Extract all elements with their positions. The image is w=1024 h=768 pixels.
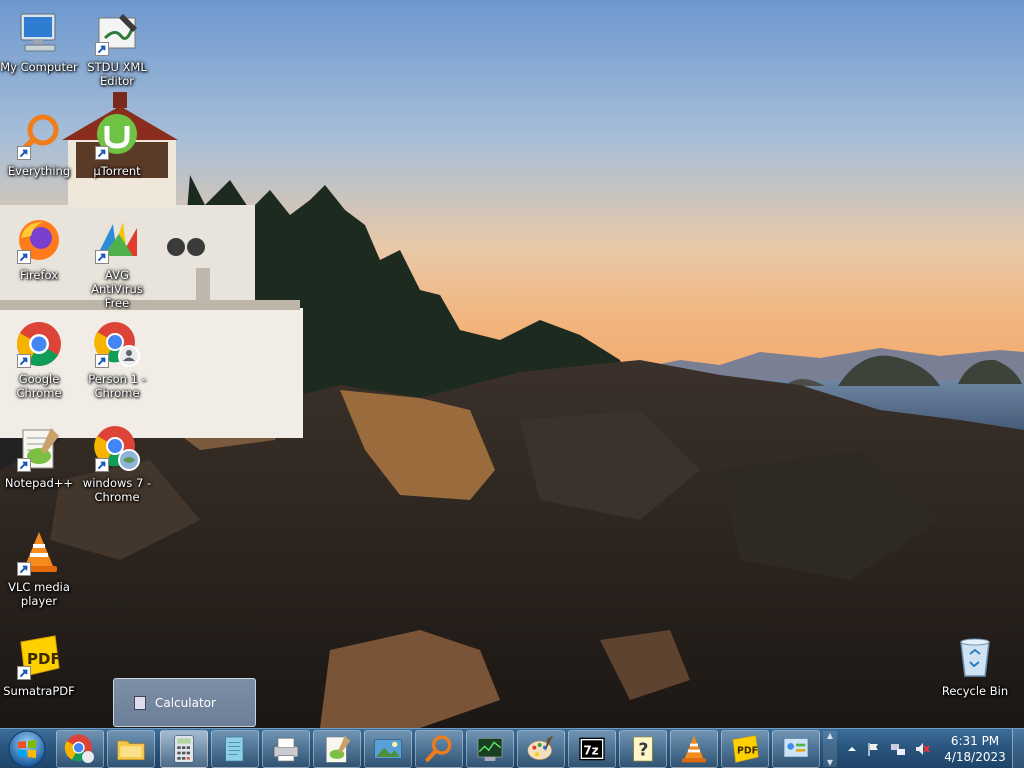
- computer-icon: [20, 13, 56, 52]
- taskbar-button-control-panel[interactable]: [772, 730, 820, 768]
- show-desktop-button[interactable]: [1012, 729, 1024, 768]
- preview-label: Calculator: [155, 695, 216, 710]
- desktop-icon-label: VLC media player: [8, 580, 70, 608]
- taskbar-button-chrome[interactable]: [56, 730, 104, 768]
- help-icon: ?: [633, 736, 653, 762]
- photo-viewer-icon: [374, 739, 402, 759]
- calculator-icon: [174, 735, 194, 763]
- notepadpp-icon: [326, 735, 351, 763]
- taskbar-scroll-buttons[interactable]: ▲ ▼: [823, 731, 837, 767]
- desktop-icon-vlc[interactable]: VLC media player: [0, 528, 78, 608]
- shortcut-arrow-icon: [95, 146, 109, 160]
- desktop-icon-label: Google Chrome: [16, 372, 62, 400]
- desktop-icon-label: STDU XML Editor: [87, 60, 147, 88]
- desktop-icon-person1-chrome[interactable]: Person 1 - Chrome: [78, 320, 156, 400]
- chrome-icon: [64, 734, 94, 763]
- desktop-icon-utorrent[interactable]: µTorrent: [78, 112, 156, 178]
- task-manager-icon: [477, 738, 503, 761]
- taskbar-button-help[interactable]: ?: [619, 730, 667, 768]
- desktop-icon-label: µTorrent: [93, 164, 141, 178]
- network-icon[interactable]: [890, 741, 906, 757]
- taskbar: 7z ? PDF ▲ ▼ 6:31 PM 4/18/2023: [0, 728, 1024, 768]
- calculator-icon: [134, 695, 146, 710]
- desktop-icon-my-computer[interactable]: My Computer: [0, 8, 78, 74]
- taskbar-button-everything[interactable]: [415, 730, 463, 768]
- desktop-icon-sumatrapdf[interactable]: PDF SumatraPDF: [0, 632, 78, 698]
- desktop-icon-windows7-chrome[interactable]: windows 7 - Chrome: [78, 424, 156, 504]
- taskbar-button-paint[interactable]: [517, 730, 565, 768]
- desktop-icon-label: My Computer: [0, 60, 78, 74]
- taskbar-button-photo-viewer[interactable]: [364, 730, 412, 768]
- desktop-icon-label: AVG AntiVirus Free: [91, 268, 143, 310]
- shortcut-arrow-icon: [95, 42, 109, 56]
- paint-icon: [527, 735, 553, 760]
- desktop-icon-label: Person 1 - Chrome: [88, 372, 146, 400]
- file-explorer-icon: [117, 740, 145, 760]
- desktop-icon-recycle-bin[interactable]: Recycle Bin: [936, 632, 1014, 698]
- scroll-up-icon[interactable]: ▲: [827, 731, 833, 740]
- taskbar-button-notepadpp[interactable]: [313, 730, 361, 768]
- desktop-icon-everything[interactable]: Everything: [0, 112, 78, 178]
- taskbar-button-task-manager[interactable]: [466, 730, 514, 768]
- desktop-icon-label: Firefox: [19, 268, 59, 282]
- notepad-icon: [225, 736, 244, 762]
- scroll-down-icon[interactable]: ▼: [827, 758, 833, 767]
- calculator-taskbar-preview[interactable]: Calculator: [113, 678, 256, 727]
- desktop-icon-stdu-xml-editor[interactable]: STDU XML Editor: [78, 8, 156, 88]
- desktop-icon-label: Recycle Bin: [941, 684, 1009, 698]
- svg-text:PDF: PDF: [737, 746, 758, 757]
- 7zip-icon: 7z: [579, 737, 605, 761]
- shortcut-arrow-icon: [17, 354, 31, 368]
- shortcut-arrow-icon: [95, 458, 109, 472]
- sumatrapdf-icon: PDF: [732, 735, 759, 763]
- vlc-icon: [682, 735, 706, 763]
- system-clock[interactable]: 6:31 PM 4/18/2023: [938, 733, 1012, 765]
- desktop[interactable]: My Computer STDU XML Editor Everything µ…: [0, 0, 1024, 728]
- desktop-icon-label: Everything: [7, 164, 71, 178]
- svg-text:?: ?: [638, 741, 648, 761]
- taskbar-button-vlc[interactable]: [670, 730, 718, 768]
- shortcut-arrow-icon: [95, 250, 109, 264]
- recycle-bin-icon: [960, 638, 990, 677]
- fax-printer-icon: [273, 738, 299, 762]
- action-center-flag-icon[interactable]: [866, 741, 882, 757]
- desktop-icon-google-chrome[interactable]: Google Chrome: [0, 320, 78, 400]
- control-panel-icon: [783, 738, 809, 758]
- desktop-icon-label: SumatraPDF: [3, 684, 75, 698]
- taskbar-button-fax[interactable]: [262, 730, 310, 768]
- taskbar-button-7zip[interactable]: 7z: [568, 730, 616, 768]
- svg-text:7z: 7z: [583, 743, 598, 757]
- clock-time: 6:31 PM: [950, 734, 1000, 748]
- clock-date: 4/18/2023: [944, 750, 1006, 764]
- windows-logo-icon: [8, 730, 46, 768]
- everything-search-icon: [425, 735, 452, 762]
- svg-text:PDF: PDF: [27, 650, 61, 668]
- shortcut-arrow-icon: [17, 666, 31, 680]
- show-hidden-icons-icon[interactable]: [844, 741, 860, 757]
- shortcut-arrow-icon: [17, 250, 31, 264]
- taskbar-button-calculator[interactable]: [160, 730, 208, 768]
- start-button[interactable]: [4, 730, 50, 768]
- desktop-icon-notepadpp[interactable]: Notepad++: [0, 424, 78, 490]
- shortcut-arrow-icon: [17, 562, 31, 576]
- desktop-icon-firefox[interactable]: Firefox: [0, 216, 78, 282]
- shortcut-arrow-icon: [95, 354, 109, 368]
- volume-muted-icon[interactable]: [914, 741, 930, 757]
- desktop-icon-label: windows 7 - Chrome: [82, 476, 152, 504]
- taskbar-button-explorer[interactable]: [107, 730, 155, 768]
- taskbar-button-sumatrapdf[interactable]: PDF: [721, 730, 769, 768]
- taskbar-button-notepad[interactable]: [211, 730, 259, 768]
- shortcut-arrow-icon: [17, 146, 31, 160]
- desktop-icon-avg-antivirus[interactable]: AVG AntiVirus Free: [78, 216, 156, 310]
- desktop-icon-label: Notepad++: [4, 476, 74, 490]
- shortcut-arrow-icon: [17, 458, 31, 472]
